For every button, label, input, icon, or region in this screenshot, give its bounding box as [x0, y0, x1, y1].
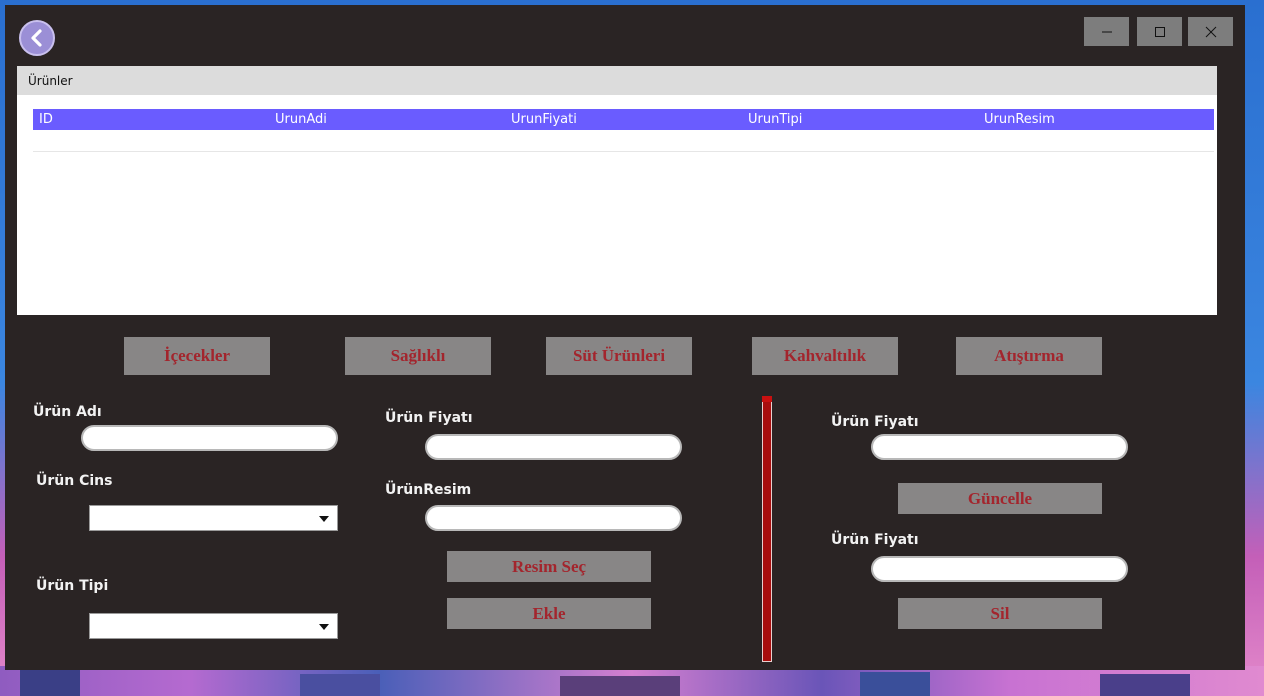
urun-cins-select[interactable]	[89, 505, 338, 531]
close-button[interactable]	[1188, 17, 1233, 46]
minimize-icon	[1101, 31, 1112, 32]
desktop-building	[300, 674, 380, 696]
update-price-label: Ürün Fiyatı	[831, 414, 919, 430]
column-header-uruntipi[interactable]: UrunTipi	[748, 112, 802, 127]
maximize-button[interactable]	[1137, 17, 1182, 46]
grid-caption: Ürünler	[17, 66, 1217, 95]
vertical-divider	[762, 396, 772, 662]
column-header-urunfiyati[interactable]: UrunFiyati	[511, 112, 577, 127]
column-header-id[interactable]: ID	[39, 112, 53, 127]
back-button[interactable]	[19, 20, 55, 56]
desktop-building	[860, 672, 930, 696]
urun-adi-label: Ürün Adı	[33, 404, 102, 420]
resim-sec-button[interactable]: Resim Seç	[447, 551, 651, 582]
minimize-button[interactable]	[1084, 17, 1129, 46]
urun-resim-label: ÜrünResim	[385, 482, 472, 498]
app-window: Ürünler ID UrunAdi UrunFiyati UrunTipi U…	[5, 5, 1245, 670]
category-button-atistirma[interactable]: Atıştırma	[956, 337, 1102, 375]
guncelle-button[interactable]: Güncelle	[898, 483, 1102, 514]
category-button-icecekler[interactable]: İçecekler	[124, 337, 270, 375]
urun-adi-input[interactable]	[81, 425, 338, 451]
urun-cins-label: Ürün Cins	[36, 473, 113, 489]
grid-row-divider	[33, 151, 1214, 152]
products-grid[interactable]: Ürünler ID UrunAdi UrunFiyati UrunTipi U…	[17, 66, 1217, 315]
ekle-button[interactable]: Ekle	[447, 598, 651, 629]
chevron-down-icon	[319, 624, 329, 630]
urun-fiyati-input[interactable]	[425, 434, 682, 460]
column-header-urunadi[interactable]: UrunAdi	[275, 112, 327, 127]
chevron-down-icon	[319, 516, 329, 522]
divider-cap	[762, 396, 772, 402]
urun-fiyati-label: Ürün Fiyatı	[385, 410, 473, 426]
urun-resim-input[interactable]	[425, 505, 682, 531]
urun-tipi-select[interactable]	[89, 613, 338, 639]
delete-price-input[interactable]	[871, 556, 1128, 582]
category-button-saglikli[interactable]: Sağlıklı	[345, 337, 491, 375]
maximize-icon	[1154, 26, 1165, 37]
category-button-kahvaltilik[interactable]: Kahvaltılık	[752, 337, 898, 375]
column-header-urunresim[interactable]: UrunResim	[984, 112, 1055, 127]
urun-tipi-label: Ürün Tipi	[36, 578, 109, 594]
delete-price-label: Ürün Fiyatı	[831, 532, 919, 548]
sil-button[interactable]: Sil	[898, 598, 1102, 629]
close-icon	[1205, 26, 1216, 37]
back-arrow-icon	[31, 29, 42, 47]
desktop-building	[1100, 674, 1190, 696]
update-price-input[interactable]	[871, 434, 1128, 460]
grid-header: ID UrunAdi UrunFiyati UrunTipi UrunResim	[33, 109, 1214, 130]
desktop-building	[560, 676, 680, 696]
desktop-building	[20, 670, 80, 696]
category-button-sut-urunleri[interactable]: Süt Ürünleri	[546, 337, 692, 375]
